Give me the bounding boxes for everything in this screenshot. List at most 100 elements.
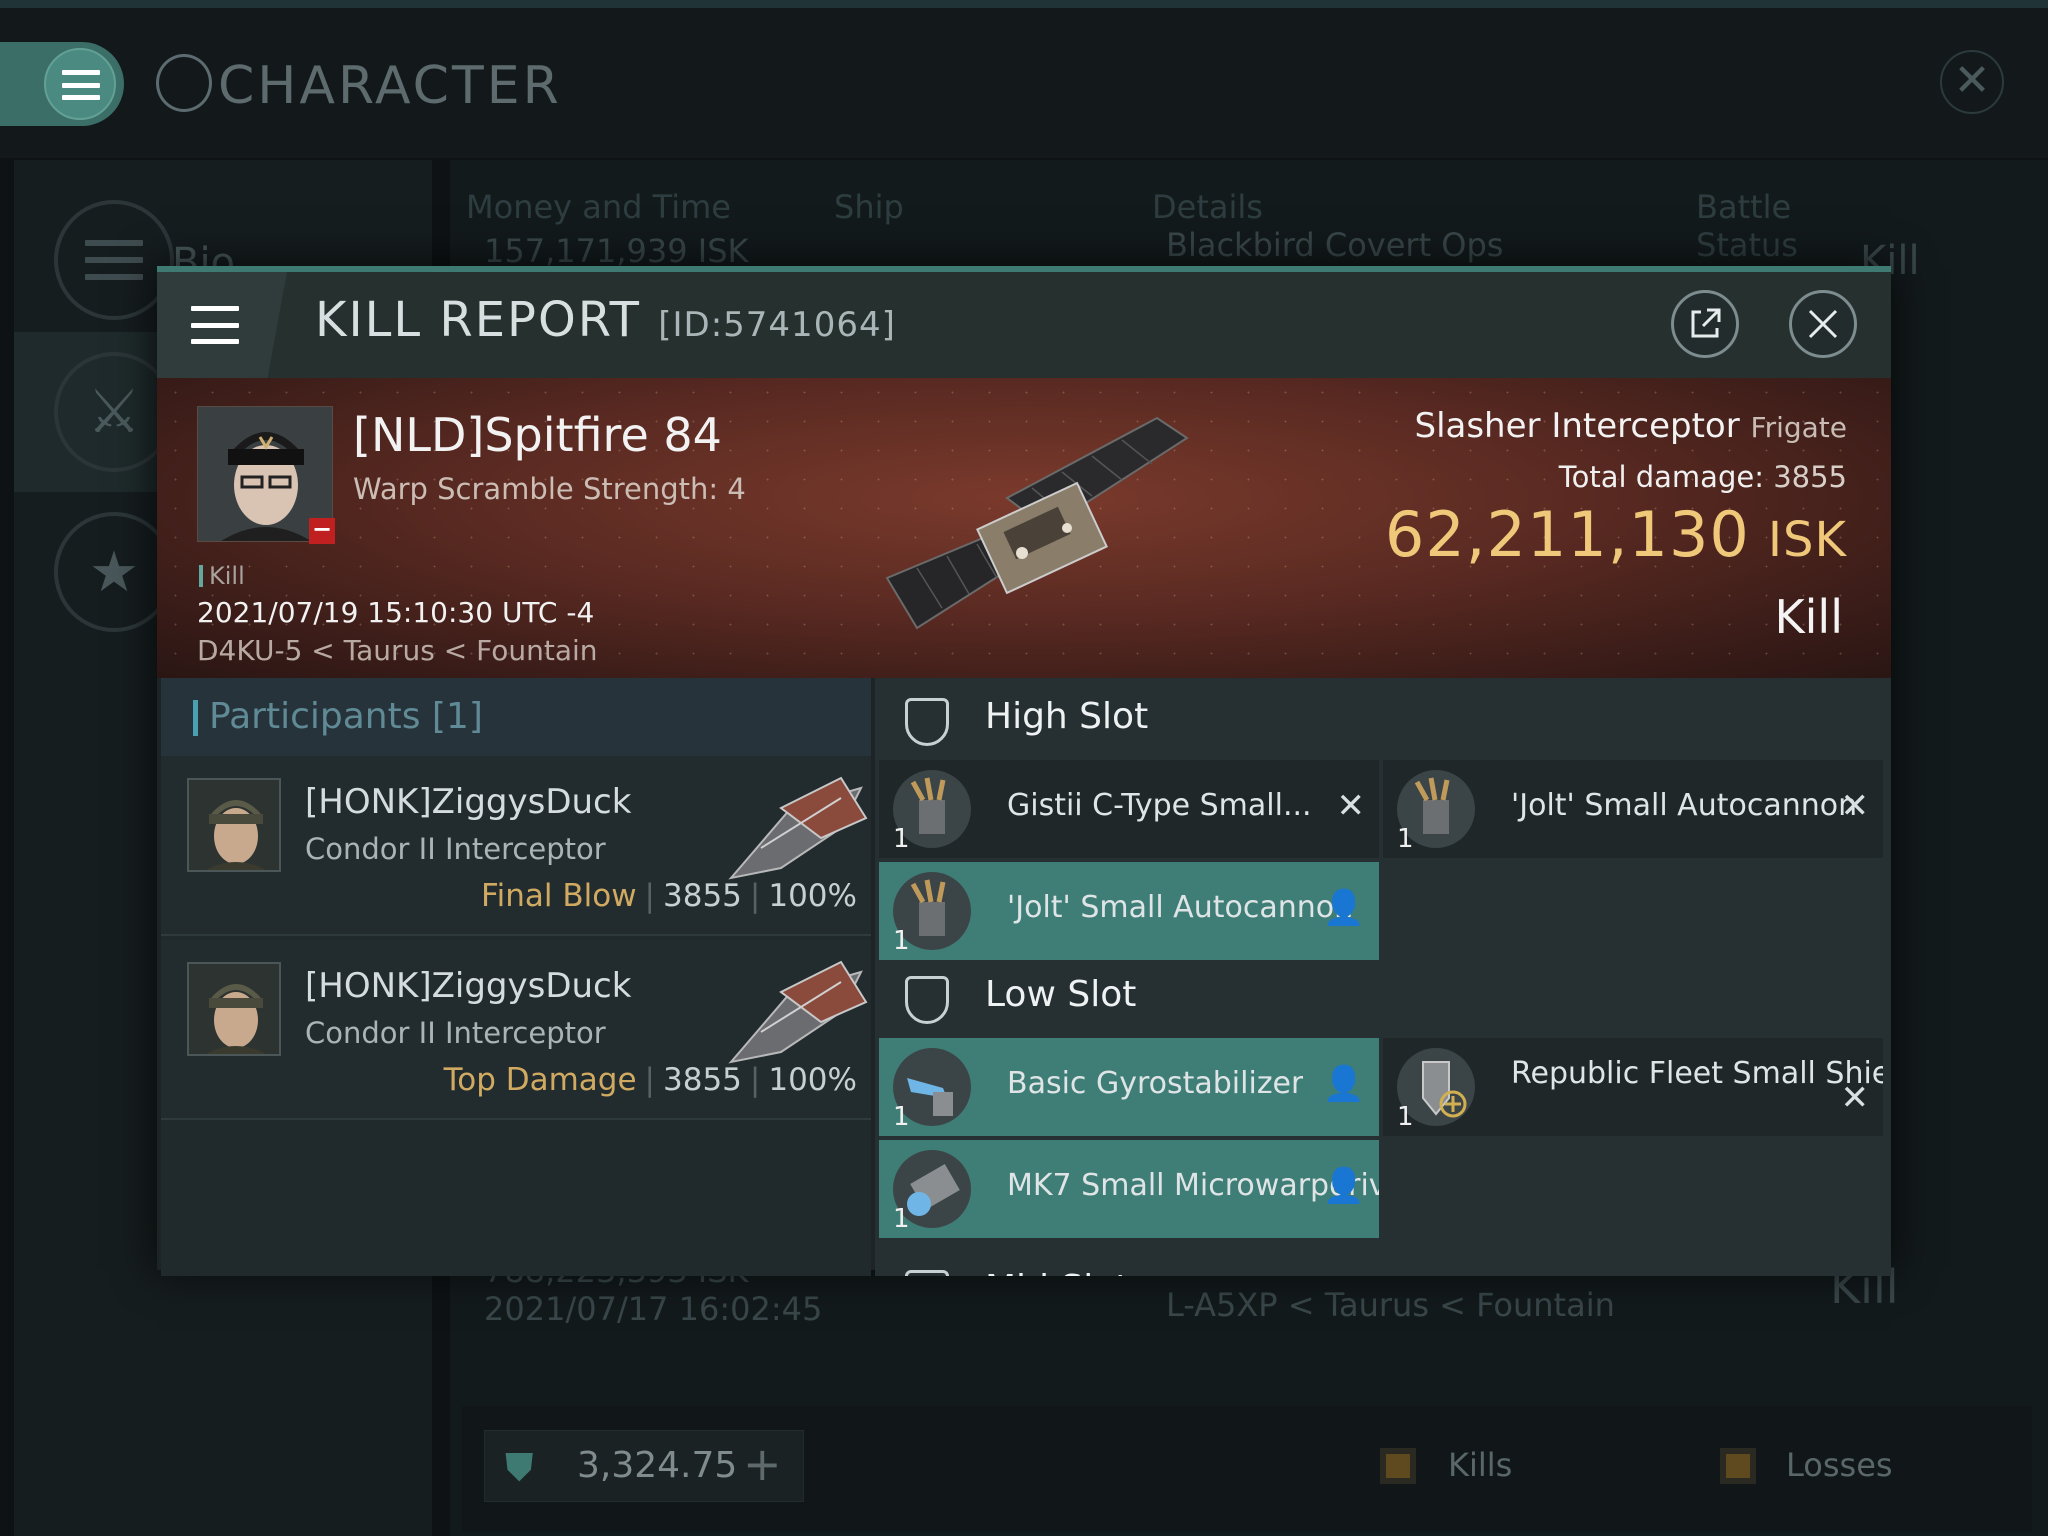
victim-name[interactable]: [NLD]Spitfire 84 <box>353 408 722 462</box>
total-damage: Total damage: 3855 <box>1559 460 1847 494</box>
low-slot-header: Low Slot <box>875 956 1891 1038</box>
crossed-swords-icon: ⚔ <box>54 352 174 472</box>
module-quantity: 1 <box>893 1102 910 1132</box>
character-logo-icon <box>156 54 212 112</box>
participant-percent: 100% <box>768 878 857 914</box>
module-item[interactable]: 1 Basic Gyrostabilizer 👤 <box>879 1038 1379 1136</box>
bg-row-value: 157,171,939 ISK <box>484 232 749 270</box>
isk-loss-value: 62,211,130 <box>1384 498 1750 571</box>
participant-ship-image[interactable] <box>721 952 871 1072</box>
tab-money-time[interactable]: Money and Time <box>466 188 731 226</box>
bg-row-location: L-A5XP < Taurus < Fountain <box>1166 1286 1615 1324</box>
victim-ship[interactable]: Slasher Interceptor Frigate <box>1414 406 1847 446</box>
isk-balance: ⛊ 3,324.75 + <box>484 1430 804 1502</box>
close-icon <box>1808 309 1838 339</box>
add-isk-button[interactable]: + <box>743 1437 782 1491</box>
main-menu-button[interactable] <box>0 42 124 126</box>
background-tabs: Money and Time Ship Details Battle Statu… <box>466 188 1896 264</box>
module-quantity: 1 <box>1397 1102 1414 1132</box>
participant-avatar[interactable] <box>187 778 281 872</box>
modal-title: KILL REPORT [ID:5741064] <box>315 292 896 348</box>
kill-report-modal: KILL REPORT [ID:5741064] − [NLD]Spitfire… <box>157 266 1891 1276</box>
module-name: Gistii C-Type Small... <box>1007 788 1312 823</box>
hamburger-icon <box>62 70 100 100</box>
standing-badge: − <box>309 517 335 544</box>
low-slot-title: Low Slot <box>985 974 1137 1015</box>
share-button[interactable] <box>1671 290 1739 358</box>
destroyed-icon: ✕ <box>1336 786 1366 826</box>
module-name: Basic Gyrostabilizer <box>1007 1066 1304 1101</box>
participant-row[interactable]: [HONK]ZiggysDuck Condor II Interceptor F… <box>161 756 871 936</box>
app-title: CHARACTER <box>218 56 562 116</box>
destroyed-icon: ✕ <box>1840 786 1870 826</box>
modal-close-button[interactable] <box>1789 290 1857 358</box>
modal-header: KILL REPORT [ID:5741064] <box>157 272 1891 378</box>
dropped-person-icon: 👤 <box>1322 888 1365 928</box>
hamburger-icon <box>191 306 239 344</box>
module-name: 'Jolt' Small Autocannon <box>1007 890 1354 925</box>
isk-balance-value: 3,324.75 <box>577 1445 738 1486</box>
participant-row[interactable]: [HONK]ZiggysDuck Condor II Interceptor T… <box>161 940 871 1120</box>
mid-slot-title: Mid Slot <box>985 1268 1129 1276</box>
fitting-panel: High Slot 1 Gistii C-Type Small... ✕ 1 '… <box>875 678 1891 1276</box>
app-close-button[interactable]: ✕ <box>1940 50 2004 114</box>
star-icon: ★ <box>54 512 174 632</box>
menu-icon <box>54 200 174 320</box>
tab-ship[interactable]: Ship <box>834 188 904 226</box>
victim-ship-image[interactable] <box>857 408 1357 638</box>
modal-menu-button[interactable] <box>157 272 287 378</box>
high-slot-icon <box>905 698 949 746</box>
destroyed-icon: ✕ <box>1840 1078 1870 1118</box>
victim-ship-class: Frigate <box>1750 411 1848 444</box>
participant-percent: 100% <box>768 1062 857 1098</box>
participant-ship: Condor II Interceptor <box>305 1016 606 1050</box>
module-name: Republic Fleet Small Shield... <box>1511 1056 1883 1091</box>
module-item[interactable]: 1 Republic Fleet Small Shield... ✕ <box>1383 1038 1883 1136</box>
kill-summary: − [NLD]Spitfire 84 Warp Scramble Strengt… <box>157 378 1891 678</box>
kill-location[interactable]: D4KU-5 < Taurus < Fountain <box>197 634 598 667</box>
high-slot-title: High Slot <box>985 696 1149 737</box>
participants-title: Participants [1] <box>193 696 483 737</box>
losses-checkbox[interactable] <box>1720 1448 1756 1484</box>
victim-ship-name: Slasher Interceptor <box>1414 406 1740 446</box>
bg-row-date: 2021/07/17 16:02:45 <box>484 1290 823 1328</box>
participant-damage: 3855 <box>663 1062 742 1098</box>
high-slot-header: High Slot <box>875 678 1891 760</box>
warp-scramble-strength: Warp Scramble Strength: 4 <box>353 472 746 506</box>
external-link-icon <box>1691 308 1721 338</box>
participant-stats: Top Damage | 3855 | 100% <box>443 1062 857 1098</box>
kill-result: Kill <box>1774 590 1843 644</box>
module-item[interactable]: 1 MK7 Small Microwarpdrive 👤 <box>879 1140 1379 1238</box>
low-slot-icon <box>905 976 949 1024</box>
module-item[interactable]: 1 'Jolt' Small Autocannon 👤 <box>879 862 1379 960</box>
participant-ship-image[interactable] <box>721 768 871 888</box>
participant-ship: Condor II Interceptor <box>305 832 606 866</box>
module-quantity: 1 <box>893 926 910 956</box>
modal-title-text: KILL REPORT <box>315 292 641 348</box>
module-item[interactable]: 1 'Jolt' Small Autocannon ✕ <box>1383 760 1883 858</box>
dropped-person-icon: 👤 <box>1322 1064 1365 1104</box>
tab-details[interactable]: Details <box>1152 188 1263 226</box>
participant-role: Final Blow <box>481 878 637 914</box>
participant-role: Top Damage <box>443 1062 637 1098</box>
participants-panel: Participants [1] [HONK]ZiggysDuck Condor… <box>161 678 871 1276</box>
kill-tag: Kill <box>199 562 245 590</box>
mid-slot-header: Mid Slot <box>875 1250 1891 1276</box>
participant-damage: 3855 <box>663 878 742 914</box>
dropped-person-icon: 👤 <box>1322 1166 1365 1206</box>
total-damage-value: 3855 <box>1773 460 1847 494</box>
kills-checkbox[interactable] <box>1380 1448 1416 1484</box>
module-quantity: 1 <box>893 1204 910 1234</box>
participants-header: Participants [1] <box>161 678 871 756</box>
module-quantity: 1 <box>1397 824 1414 854</box>
module-quantity: 1 <box>893 824 910 854</box>
wallet-icon: ⛊ <box>505 1445 534 1489</box>
participant-avatar[interactable] <box>187 962 281 1056</box>
top-strip <box>0 0 2048 8</box>
participant-name[interactable]: [HONK]ZiggysDuck <box>305 782 631 822</box>
kill-id: [ID:5741064] <box>658 305 896 345</box>
bg-row-ship: Blackbird Covert Ops <box>1166 226 1504 264</box>
module-name: 'Jolt' Small Autocannon <box>1511 788 1858 823</box>
participant-name[interactable]: [HONK]ZiggysDuck <box>305 966 631 1006</box>
module-item[interactable]: 1 Gistii C-Type Small... ✕ <box>879 760 1379 858</box>
